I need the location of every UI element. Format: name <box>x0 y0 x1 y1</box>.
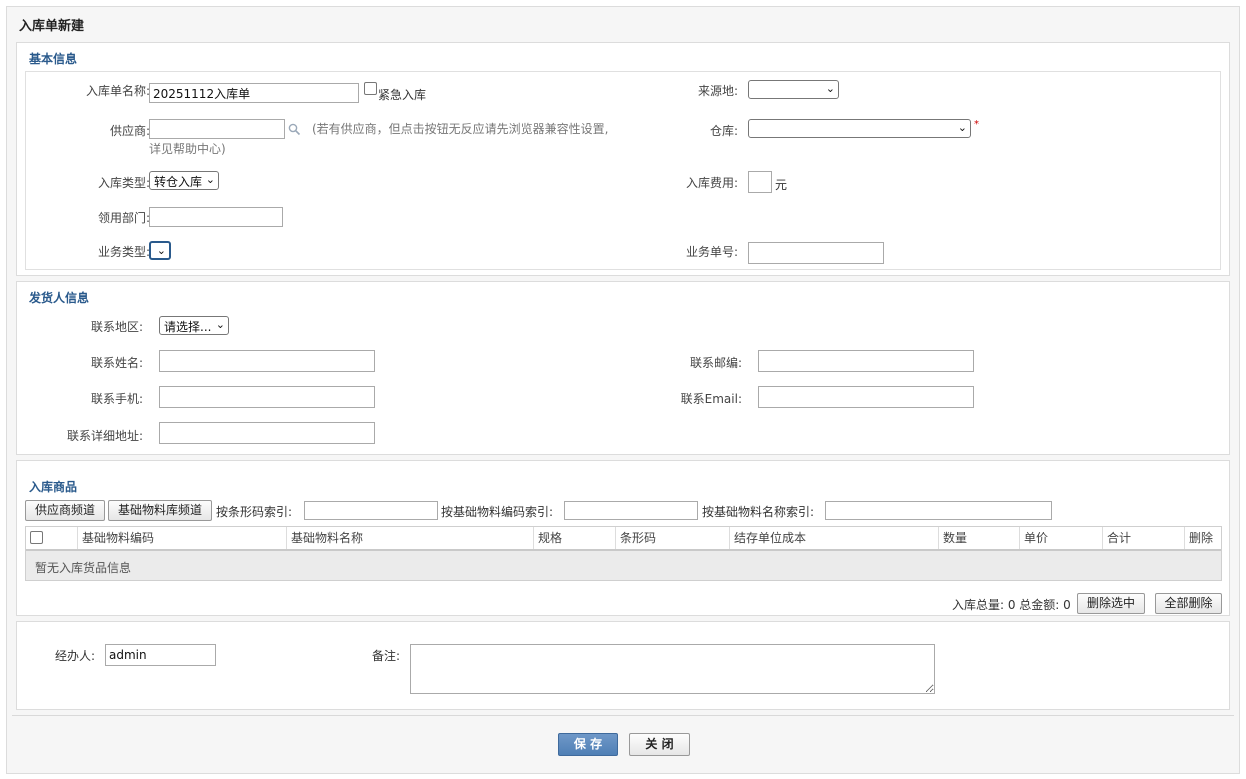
chevron-down-icon: ⌄ <box>156 244 166 257</box>
urgent-label: 紧急入库 <box>378 88 427 102</box>
supplier-hint-2: 详见帮助中心) <box>149 142 226 156</box>
email-input[interactable] <box>758 386 974 408</box>
basic-info-section: 基本信息 入库单名称: 紧急入库 来源地: ⌄ 供应商: (若有供应商，但点击按… <box>16 42 1230 276</box>
remark-label: 备注: <box>372 649 401 663</box>
goods-table-header: 基础物料编码 基础物料名称 规格 条形码 结存单位成本 数量 单价 合计 删除 <box>26 527 1221 551</box>
biz-type-select[interactable]: ⌄ <box>149 241 171 260</box>
goods-empty-row: 暂无入库货品信息 <box>26 551 1221 580</box>
col-total: 合计 <box>1103 527 1185 549</box>
supplier-label: 供应商: <box>109 124 150 138</box>
type-select-value: 转仓入库 <box>154 175 203 189</box>
goods-section: 入库商品 供应商频道 基础物料库频道 按条形码索引: 按基础物料编码索引: 按基… <box>16 460 1230 616</box>
name-input[interactable] <box>149 83 359 103</box>
region-select[interactable]: 请选择... ⌄ <box>159 316 229 335</box>
dept-input[interactable] <box>149 207 283 227</box>
origin-label: 来源地: <box>697 84 738 98</box>
remark-textarea[interactable] <box>410 644 935 694</box>
warehouse-select[interactable]: ⌄ <box>748 119 971 138</box>
delete-all-button[interactable]: 全部删除 <box>1155 593 1222 614</box>
name-index-label: 按基础物料名称索引: <box>702 505 815 519</box>
fee-input[interactable] <box>748 171 772 193</box>
goods-total: 入库总量: 0 总金额: 0 <box>952 598 1071 612</box>
col-delete: 删除 <box>1189 531 1214 545</box>
goods-title: 入库商品 <box>29 480 78 494</box>
close-button[interactable]: 关 闭 <box>629 733 690 756</box>
select-all-checkbox[interactable] <box>30 531 43 544</box>
sender-info-section: 发货人信息 联系地区: 请选择... ⌄ 联系姓名: 联系邮编: 联系手机: 联… <box>16 281 1230 455</box>
biz-no-input[interactable] <box>748 242 884 264</box>
type-label: 入库类型: <box>97 176 150 190</box>
code-index-label: 按基础物料编码索引: <box>441 505 554 519</box>
fee-unit: 元 <box>775 178 788 192</box>
address-label: 联系详细地址: <box>66 429 143 443</box>
supplier-channel-button[interactable]: 供应商频道 <box>25 500 105 521</box>
col-barcode: 条形码 <box>616 527 730 549</box>
handler-input[interactable] <box>105 644 216 666</box>
biz-no-label: 业务单号: <box>685 245 738 259</box>
zip-label: 联系邮编: <box>689 356 742 370</box>
name-index-input[interactable] <box>825 501 1052 520</box>
supplier-input[interactable] <box>149 119 285 139</box>
dept-label: 领用部门: <box>97 211 150 225</box>
warehouse-label: 仓库: <box>709 124 738 138</box>
col-material-name: 基础物料名称 <box>287 527 534 549</box>
delete-selected-button[interactable]: 删除选中 <box>1077 593 1145 614</box>
goods-table: 基础物料编码 基础物料名称 规格 条形码 结存单位成本 数量 单价 合计 删除 … <box>25 526 1222 581</box>
page-frame: 入库单新建 基本信息 入库单名称: 紧急入库 来源地: ⌄ 供应商: (若有供应… <box>6 6 1240 774</box>
col-material-code: 基础物料编码 <box>78 527 287 549</box>
search-icon[interactable] <box>288 123 301 136</box>
contact-name-label: 联系姓名: <box>90 356 143 370</box>
region-label: 联系地区: <box>90 320 143 334</box>
name-label: 入库单名称: <box>85 84 150 98</box>
chevron-down-icon: ⌄ <box>215 318 225 331</box>
biz-type-label: 业务类型: <box>97 245 150 259</box>
mobile-label: 联系手机: <box>90 392 143 406</box>
barcode-index-input[interactable] <box>304 501 438 520</box>
region-select-value: 请选择... <box>164 320 212 334</box>
address-input[interactable] <box>159 422 375 444</box>
footer-divider <box>12 715 1234 716</box>
col-spec: 规格 <box>534 527 616 549</box>
origin-select[interactable]: ⌄ <box>748 80 839 99</box>
select-all-cell <box>26 527 78 549</box>
fee-label: 入库费用: <box>685 176 738 190</box>
handler-section: 经办人: 备注: <box>16 621 1230 710</box>
basic-info-title: 基本信息 <box>29 52 78 66</box>
handler-label: 经办人: <box>55 649 96 663</box>
basic-info-box: 入库单名称: 紧急入库 来源地: ⌄ 供应商: (若有供应商，但点击按钮无反应请… <box>25 71 1221 270</box>
save-button[interactable]: 保 存 <box>558 733 618 756</box>
chevron-down-icon: ⌄ <box>957 121 967 134</box>
material-channel-button[interactable]: 基础物料库频道 <box>108 500 212 521</box>
type-select[interactable]: 转仓入库 ⌄ <box>149 171 219 190</box>
supplier-hint: (若有供应商，但点击按钮无反应请先浏览器兼容性设置, <box>312 122 609 136</box>
email-label: 联系Email: <box>680 392 742 406</box>
mobile-input[interactable] <box>159 386 375 408</box>
col-quantity: 数量 <box>939 527 1020 549</box>
chevron-down-icon: ⌄ <box>825 82 835 95</box>
required-mark: * <box>974 119 979 130</box>
goods-empty-text: 暂无入库货品信息 <box>35 561 132 575</box>
urgent-checkbox[interactable] <box>364 82 377 95</box>
chevron-down-icon: ⌄ <box>205 173 215 186</box>
code-index-input[interactable] <box>564 501 698 520</box>
page-title: 入库单新建 <box>19 19 85 34</box>
zip-input[interactable] <box>758 350 974 372</box>
contact-name-input[interactable] <box>159 350 375 372</box>
col-unit-price: 单价 <box>1020 527 1103 549</box>
col-unit-cost: 结存单位成本 <box>730 527 939 549</box>
sender-info-title: 发货人信息 <box>29 291 90 305</box>
barcode-index-label: 按条形码索引: <box>216 505 293 519</box>
